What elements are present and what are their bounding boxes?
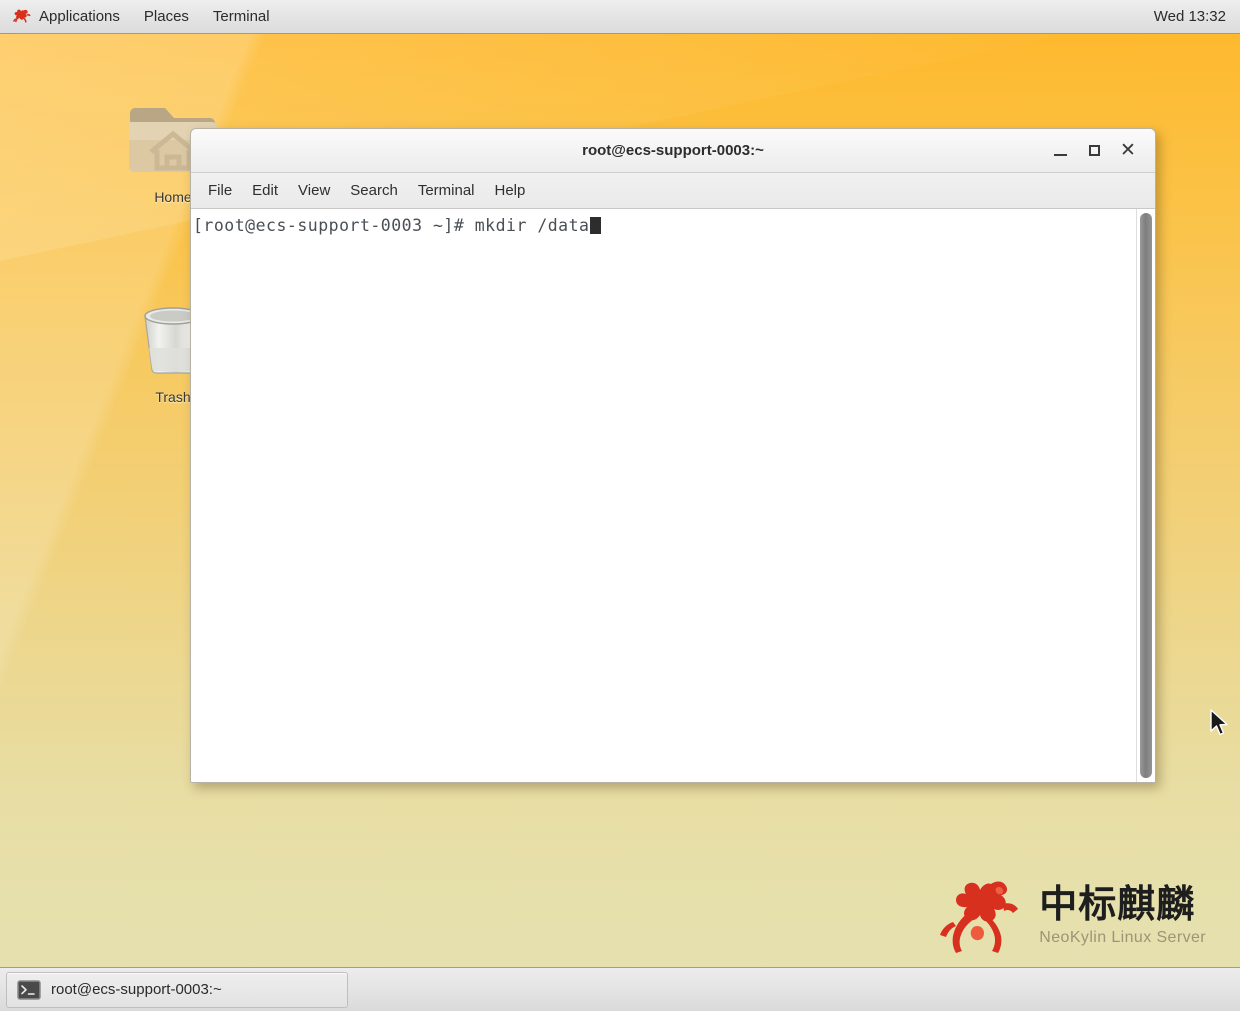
maximize-icon: [1088, 145, 1100, 156]
terminal-window[interactable]: root@ecs-support-0003:~ ✕ File Edit View…: [190, 128, 1156, 783]
applications-menu[interactable]: Applications: [1, 4, 131, 30]
kylin-mascot-icon: [940, 881, 1019, 953]
branding-chinese-name: 中标麒麟: [1039, 881, 1196, 926]
close-button[interactable]: ✕: [1111, 136, 1145, 166]
close-icon: ✕: [1120, 140, 1136, 161]
cursor-arrow-icon: [1210, 709, 1228, 736]
top-panel[interactable]: Applications Places Terminal Wed 13:32: [0, 0, 1240, 34]
places-menu[interactable]: Places: [133, 4, 200, 30]
terminal-icon: [17, 979, 41, 1000]
taskbar-item-label: root@ecs-support-0003:~: [51, 981, 222, 998]
clock[interactable]: Wed 13:32: [1144, 4, 1240, 29]
neokylin-branding: 中标麒麟 NeoKylin Linux Server: [933, 874, 1206, 956]
taskbar-item-terminal[interactable]: root@ecs-support-0003:~: [6, 971, 348, 1008]
scrollbar-thumb[interactable]: [1140, 213, 1152, 778]
desktop-icon-home-label: Home: [154, 189, 192, 205]
terminal-menu-label: Terminal: [212, 8, 270, 25]
terminal-prompt-line: [root@ecs-support-0003 ~]# mkdir /data: [193, 216, 590, 235]
places-menu-label: Places: [143, 8, 189, 25]
desktop[interactable]: Home Trash 中标麒麟 NeoKylin Linux Server ro…: [0, 0, 1240, 1011]
terminal-body[interactable]: [root@ecs-support-0003 ~]# mkdir /data: [191, 209, 1155, 782]
terminal-scrollbar[interactable]: [1136, 209, 1155, 782]
taskbar[interactable]: root@ecs-support-0003:~: [0, 967, 1240, 1011]
kylin-logo-icon: [12, 9, 31, 23]
minimize-button[interactable]: [1043, 136, 1077, 166]
menu-help[interactable]: Help: [485, 177, 536, 204]
window-titlebar[interactable]: root@ecs-support-0003:~ ✕: [191, 129, 1155, 173]
terminal-line: [root@ecs-support-0003 ~]# mkdir /data: [193, 216, 1130, 236]
desktop-icon-trash-label: Trash: [155, 389, 191, 405]
terminal-menubar[interactable]: File Edit View Search Terminal Help: [191, 173, 1155, 209]
menu-file[interactable]: File: [198, 177, 242, 204]
menu-edit[interactable]: Edit: [242, 177, 288, 204]
maximize-button[interactable]: [1077, 136, 1111, 166]
terminal-menu[interactable]: Terminal: [202, 4, 281, 30]
menu-search[interactable]: Search: [340, 177, 408, 204]
menu-terminal[interactable]: Terminal: [408, 177, 485, 204]
window-controls: ✕: [1043, 136, 1155, 166]
terminal-output[interactable]: [root@ecs-support-0003 ~]# mkdir /data: [191, 209, 1136, 782]
menu-view[interactable]: View: [288, 177, 340, 204]
branding-english-name: NeoKylin Linux Server: [1039, 928, 1206, 946]
terminal-cursor: [589, 217, 601, 234]
minimize-icon: [1053, 153, 1067, 156]
window-title: root@ecs-support-0003:~: [582, 142, 764, 159]
mouse-cursor: [1209, 709, 1231, 744]
applications-menu-label: Applications: [39, 8, 120, 25]
